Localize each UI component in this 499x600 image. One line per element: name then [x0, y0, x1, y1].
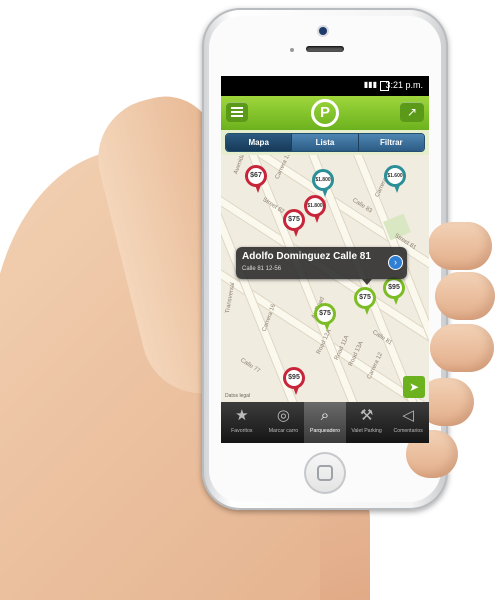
menu-button[interactable] [226, 102, 248, 122]
parking-pin[interactable]: $1.600 [384, 165, 406, 193]
home-button[interactable] [304, 452, 346, 494]
parking-pin[interactable]: $1.800 [312, 169, 334, 197]
finger-2 [435, 272, 495, 320]
street-label: Avenida [233, 155, 247, 176]
finger-1 [428, 222, 492, 270]
earpiece-speaker [306, 46, 344, 52]
parking-pin[interactable]: $95 [383, 277, 405, 305]
magnifier-icon: ⌕ [320, 407, 330, 424]
tab-favoritos[interactable]: ★ Favoritos [221, 402, 263, 443]
share-button[interactable]: ↗ [400, 102, 424, 122]
street-label: Transversal [224, 282, 237, 314]
menu-icon-line [231, 111, 243, 113]
share-icon: ↗ [406, 105, 418, 119]
tab-label: Marcar carro [268, 428, 299, 434]
chevron-right-icon[interactable]: › [388, 255, 403, 270]
tab-label: Favoritos [231, 428, 253, 434]
device-photo: ▮▮▮ 3:21 p.m. P ↗ Mapa Lista Filtrar Ave… [0, 0, 499, 600]
megaphone-icon: ◁ [402, 407, 414, 424]
parking-pin[interactable]: $1.800 [304, 195, 326, 223]
phone-screen: ▮▮▮ 3:21 p.m. P ↗ Mapa Lista Filtrar Ave… [221, 76, 429, 443]
compass-icon: ◎ [276, 407, 290, 424]
app-header: P ↗ [221, 96, 429, 130]
tab-marcar-carro[interactable]: ◎ Marcar carro [263, 402, 305, 443]
home-icon [317, 465, 333, 481]
tab-parqueadero[interactable]: ⌕ Parqueadero [304, 402, 346, 443]
proximity-sensor [290, 48, 294, 52]
location-arrow-icon: ➤ [408, 380, 420, 394]
street-label: Calle 77 [239, 357, 261, 375]
tab-label: Parqueadero [309, 428, 340, 434]
tab-label: Comentarios [393, 428, 423, 434]
status-time: 3:21 p.m. [385, 80, 423, 90]
tab-filtrar[interactable]: Filtrar [358, 134, 424, 151]
menu-icon-line [231, 115, 243, 117]
parking-pin[interactable]: $75 [314, 303, 336, 331]
menu-icon [231, 107, 243, 109]
finger-3 [430, 324, 494, 372]
app-logo: P [311, 99, 339, 127]
map-view[interactable]: Avenida Carrera 19 Carrera 13 Calle 83 S… [221, 155, 429, 402]
front-camera [319, 27, 327, 35]
location-callout[interactable]: Adolfo Dominguez Calle 81 Calle 81 12-56… [236, 247, 407, 285]
parking-pin[interactable]: $75 [354, 287, 376, 315]
tab-comentarios[interactable]: ◁ Comentarios [387, 402, 429, 443]
callout-title: Adolfo Dominguez Calle 81 [242, 251, 371, 262]
map-legal-text[interactable]: Datos legal [225, 393, 250, 399]
tab-label: Valet Parking [351, 428, 382, 434]
bottom-tab-bar: ★ Favoritos ◎ Marcar carro ⌕ Parqueadero… [221, 402, 429, 443]
tab-lista[interactable]: Lista [292, 134, 359, 151]
tab-mapa[interactable]: Mapa [226, 134, 293, 151]
tab-valet-parking[interactable]: ⚒ Valet Parking [346, 402, 388, 443]
view-tabs: Mapa Lista Filtrar [221, 130, 429, 155]
star-icon: ★ [235, 407, 249, 424]
parking-pin[interactable]: $95 [283, 367, 305, 395]
parking-pin[interactable]: $67 [245, 165, 267, 193]
wrench-icon: ⚒ [359, 407, 374, 424]
locate-me-button[interactable]: ➤ [403, 376, 425, 398]
status-bar: ▮▮▮ 3:21 p.m. [221, 76, 429, 96]
signal-icon: ▮▮▮ [363, 80, 377, 89]
callout-address: Calle 81 12-56 [242, 266, 282, 272]
parking-pin[interactable]: $75 [283, 209, 305, 237]
